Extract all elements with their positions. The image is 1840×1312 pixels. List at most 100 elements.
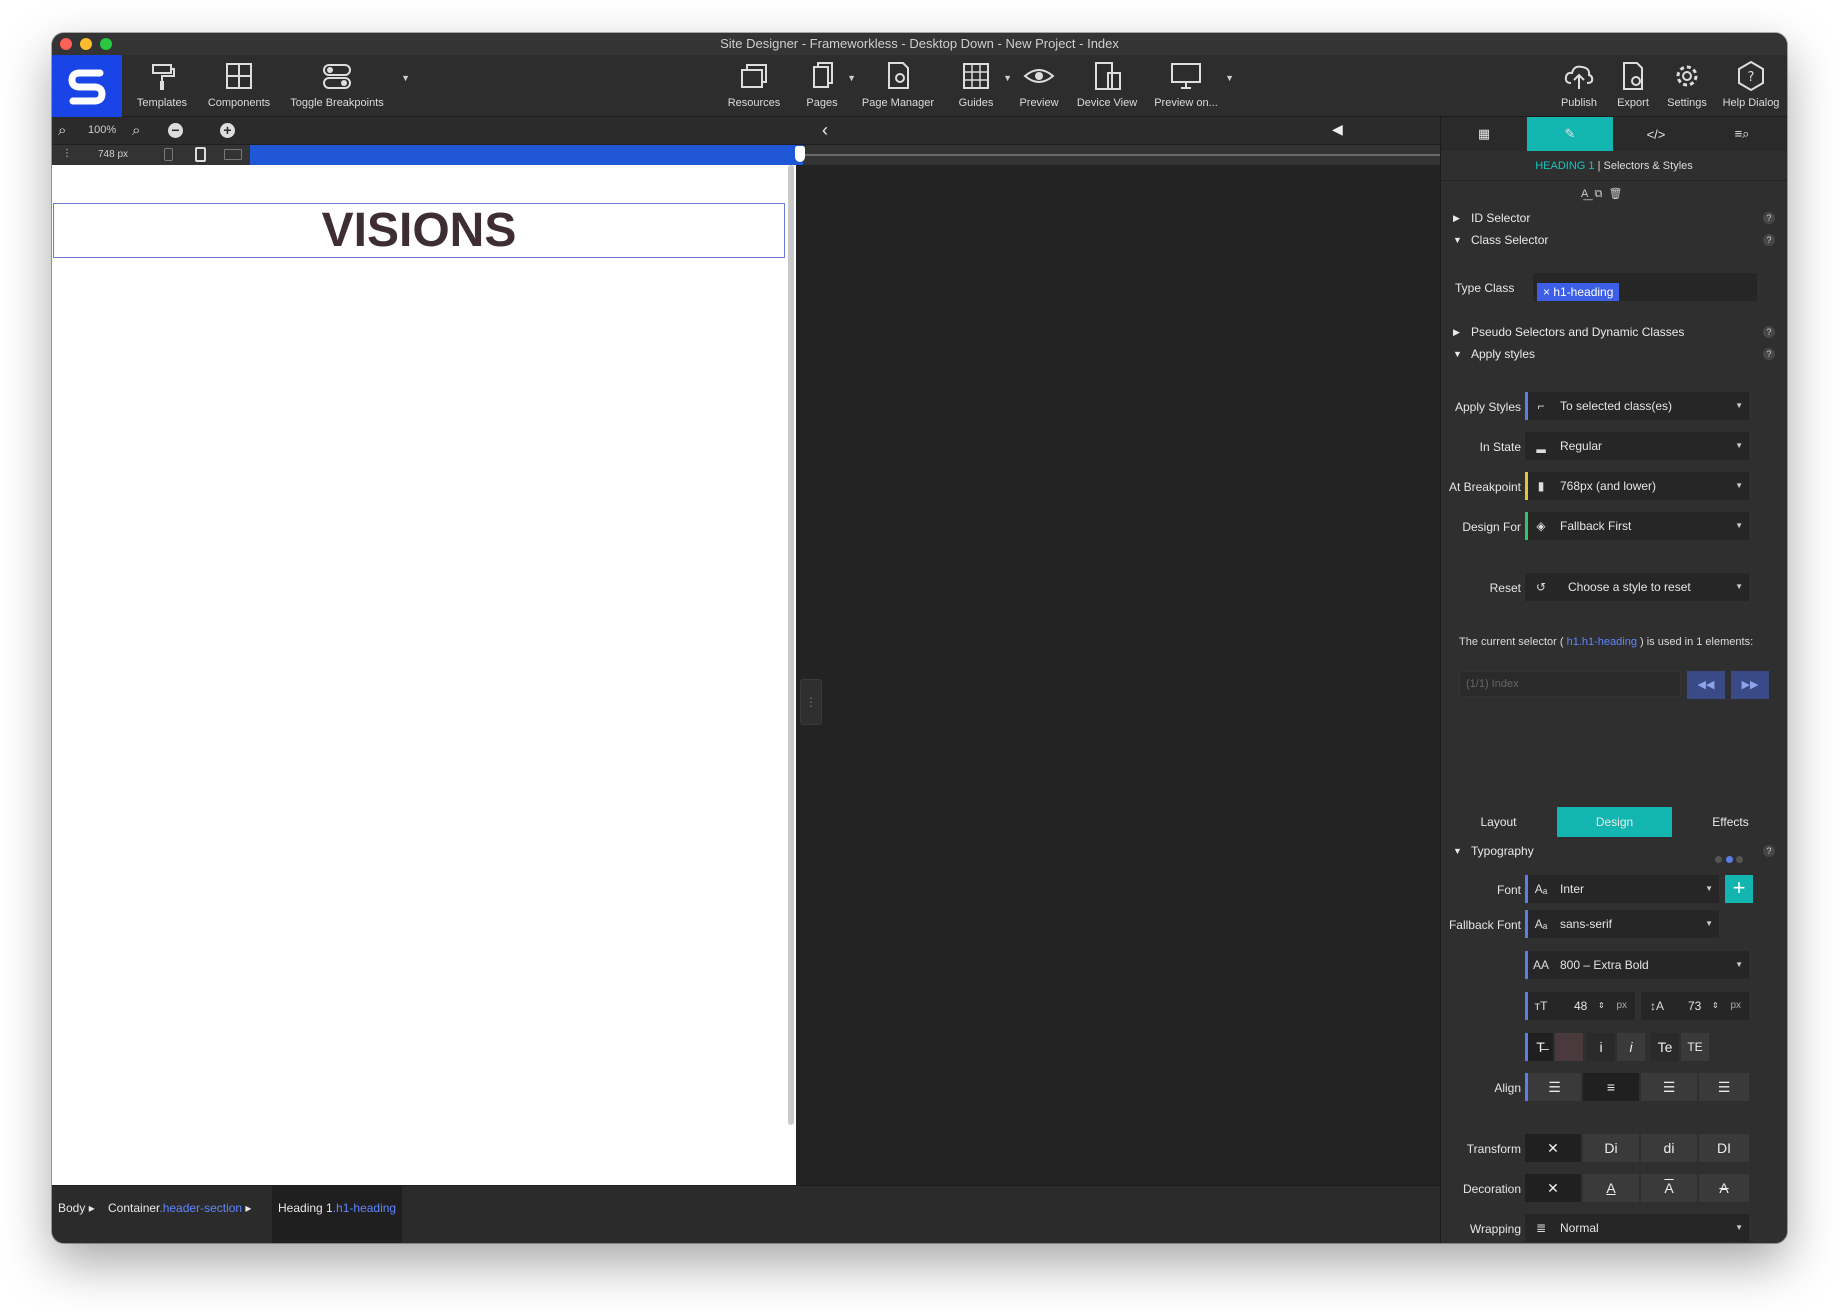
wrapping-select[interactable]: ≣ Normal ▼	[1525, 1214, 1749, 1242]
chevron-down-icon[interactable]: ▼	[1225, 73, 1234, 83]
transform-none-button[interactable]: ✕	[1525, 1134, 1581, 1162]
at-breakpoint-select[interactable]: ▮ 768px (and lower) ▼	[1525, 472, 1749, 500]
align-justify-button[interactable]: ☰	[1699, 1073, 1749, 1101]
preview-button[interactable]: Preview	[1014, 59, 1064, 115]
align-right-button[interactable]: ☰	[1641, 1073, 1697, 1101]
class-chip[interactable]: × h1-heading	[1537, 278, 1620, 306]
add-font-button[interactable]: +	[1725, 875, 1753, 903]
align-left-button[interactable]: ☰	[1525, 1073, 1581, 1101]
chevron-left-icon[interactable]: ‹	[822, 120, 828, 141]
pages-button[interactable]: Pages ▼	[800, 59, 856, 115]
tab-layout[interactable]: Layout	[1441, 807, 1556, 837]
in-state-select[interactable]: ▂ Regular ▼	[1525, 432, 1749, 460]
reset-select[interactable]: ↺ Choose a style to reset ▼	[1525, 573, 1749, 601]
zoom-in-icon[interactable]: ⌕	[132, 122, 140, 139]
pseudo-selectors-section[interactable]: ▶ Pseudo Selectors and Dynamic Classes?	[1441, 321, 1787, 343]
tab-design[interactable]: Design	[1557, 807, 1672, 837]
resources-button[interactable]: Resources	[724, 59, 784, 115]
preview-on-button[interactable]: Preview on... ▼	[1150, 59, 1234, 115]
breadcrumb-container[interactable]: Container.header-section ▸	[102, 1186, 257, 1243]
publish-button[interactable]: Publish	[1557, 59, 1601, 115]
rename-icon[interactable]: A͟	[1581, 188, 1588, 200]
tab-grid[interactable]: ▦	[1441, 117, 1527, 151]
transform-lowercase-button[interactable]: di	[1641, 1134, 1697, 1162]
collapse-panel-icon[interactable]: ◀	[1332, 121, 1343, 138]
tab-effects[interactable]: Effects	[1673, 807, 1787, 837]
export-button[interactable]: Export	[1611, 59, 1655, 115]
guides-button[interactable]: Guides ▼	[952, 59, 1012, 115]
color-swatch[interactable]	[1555, 1033, 1583, 1061]
design-canvas[interactable]	[52, 165, 796, 1185]
transform-capitalize-button[interactable]: Di	[1583, 1134, 1639, 1162]
fallback-font-select[interactable]: Aₐ sans-serif ▼	[1525, 910, 1719, 938]
breakpoint-ruler[interactable]: ⋮ 748 px	[52, 145, 1440, 165]
trash-icon[interactable]: 🗑	[1608, 188, 1622, 200]
small-caps-off-button[interactable]: Te	[1651, 1033, 1679, 1061]
small-caps-on-button[interactable]: TE	[1681, 1033, 1709, 1061]
zoom-window-button[interactable]	[100, 38, 112, 50]
decoration-none-button[interactable]: ✕	[1525, 1174, 1581, 1202]
chevron-down-icon[interactable]: ▼	[1003, 73, 1012, 83]
design-for-select[interactable]: ◈ Fallback First ▼	[1525, 512, 1749, 540]
toggle-breakpoints-button[interactable]: Toggle Breakpoints ▼	[282, 59, 410, 115]
desktop-breakpoint-icon[interactable]	[224, 149, 242, 160]
help-icon[interactable]: ?	[1763, 348, 1775, 360]
type-class-input[interactable]: × h1-heading	[1533, 273, 1757, 301]
zoom-out-icon[interactable]: ⌕	[58, 122, 66, 139]
font-weight-select[interactable]: AA 800 – Extra Bold ▼	[1525, 951, 1749, 979]
help-icon[interactable]: ?	[1763, 212, 1775, 224]
help-dialog-button[interactable]: ? Help Dialog	[1720, 59, 1782, 115]
resize-grip[interactable]: ⋮	[800, 679, 822, 725]
line-height-input[interactable]: ↕A 73 ⇕ px	[1641, 992, 1749, 1020]
phone-breakpoint-icon[interactable]	[164, 148, 173, 161]
templates-button[interactable]: Templates	[128, 59, 196, 115]
pager-dots-icon[interactable]	[1715, 848, 1743, 870]
components-button[interactable]: Components	[198, 59, 280, 115]
canvas-scrollbar[interactable]	[788, 165, 794, 1125]
chevron-down-icon[interactable]: ▼	[847, 73, 856, 83]
tablet-breakpoint-icon[interactable]	[195, 147, 206, 162]
typography-section[interactable]: ▼ Typography ?	[1441, 840, 1787, 863]
usage-page-select[interactable]: (1/1) Index	[1459, 671, 1681, 697]
previous-element-button[interactable]: ◀◀	[1687, 671, 1725, 699]
stepper-icon[interactable]: ⇕	[1712, 992, 1719, 1020]
duplicate-icon[interactable]: ⧉	[1594, 188, 1602, 200]
device-view-button[interactable]: Device View	[1074, 59, 1140, 115]
close-window-button[interactable]	[60, 38, 72, 50]
chevron-down-icon[interactable]: ▼	[401, 73, 410, 83]
tab-search[interactable]: ≡⌕	[1699, 117, 1785, 151]
font-size-input[interactable]: ᴛT 48 ⇕ px	[1525, 992, 1635, 1020]
decoration-overline-button[interactable]: A	[1641, 1174, 1697, 1202]
plus-circle-icon[interactable]: +	[220, 123, 235, 138]
italic-on-button[interactable]: i	[1617, 1033, 1645, 1061]
settings-button[interactable]: Settings	[1663, 59, 1711, 115]
breadcrumb-body[interactable]: Body ▸	[52, 1186, 101, 1243]
tab-code[interactable]: </>	[1613, 117, 1699, 151]
page-manager-button[interactable]: Page Manager	[860, 59, 936, 115]
minus-circle-icon[interactable]: −	[168, 123, 183, 138]
visions-heading[interactable]: VISIONS	[322, 203, 517, 258]
breadcrumb-heading[interactable]: Heading 1.h1-heading	[272, 1186, 403, 1243]
text-color-button[interactable]: T̶	[1525, 1033, 1553, 1061]
ruler-menu-icon[interactable]: ⋮	[62, 148, 72, 159]
tab-styles[interactable]: ✎	[1527, 117, 1613, 151]
stepper-icon[interactable]: ⇕	[1598, 992, 1605, 1020]
font-select[interactable]: Aₐ Inter ▼	[1525, 875, 1719, 903]
apply-styles-select[interactable]: ⌐ To selected class(es) ▼	[1525, 392, 1749, 420]
id-selector-section[interactable]: ▶ ID Selector?	[1441, 207, 1787, 229]
app-logo[interactable]	[52, 55, 122, 117]
transform-uppercase-button[interactable]: DI	[1699, 1134, 1749, 1162]
italic-off-button[interactable]: i	[1587, 1033, 1615, 1061]
decoration-strikethrough-button[interactable]: A	[1699, 1174, 1749, 1202]
help-icon[interactable]: ?	[1763, 326, 1775, 338]
decoration-underline-button[interactable]: A	[1583, 1174, 1639, 1202]
apply-styles-section[interactable]: ▼ Apply styles?	[1441, 343, 1787, 365]
class-selector-section[interactable]: ▼ Class Selector?	[1441, 229, 1787, 251]
minimize-window-button[interactable]	[80, 38, 92, 50]
align-center-button[interactable]: ≡	[1583, 1073, 1639, 1101]
width-drag-handle[interactable]	[795, 146, 805, 162]
header-section-container[interactable]: VISIONS	[53, 203, 785, 258]
help-icon[interactable]: ?	[1763, 845, 1775, 857]
help-icon[interactable]: ?	[1763, 234, 1775, 246]
next-element-button[interactable]: ▶▶	[1731, 671, 1769, 699]
